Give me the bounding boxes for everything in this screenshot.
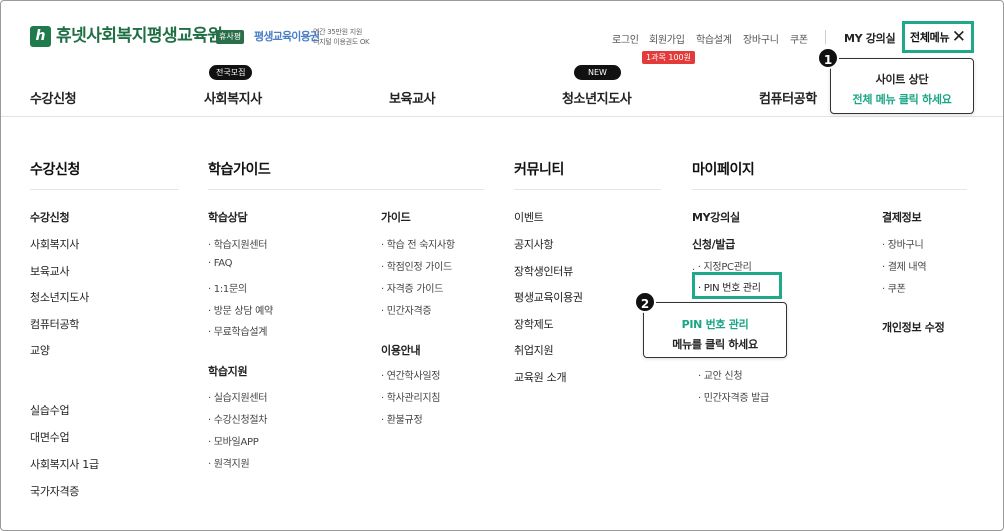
util-divider <box>825 30 826 44</box>
menu-youth[interactable]: 청소년지도사 <box>30 289 89 305</box>
signup-link[interactable]: 회원가입 <box>649 31 685 46</box>
menu-national-cert[interactable]: 국가자격증 <box>30 483 79 499</box>
gnb-divider <box>1 116 1003 117</box>
menu-offline-class[interactable]: 대면수업 <box>30 429 70 445</box>
col-divider <box>692 189 967 190</box>
menu-private-cert-issue[interactable]: · 민간자격증 발급 <box>698 389 769 404</box>
voucher-logo[interactable]: 평생교육이용권 <box>254 28 320 44</box>
all-menu-label: 전체메뉴 <box>910 31 950 44</box>
col-title-mypage: 마이페이지 <box>692 162 755 178</box>
menu-pin-management[interactable]: · PIN 번호 관리 <box>698 279 761 294</box>
col-divider <box>30 189 179 190</box>
callout-1-line-2: 전체 메뉴 클릭 하세요 <box>852 93 952 106</box>
menu-liberal-arts[interactable]: 교양 <box>30 342 50 358</box>
menu-designated-pc[interactable]: . · 지정PC관리 <box>692 258 752 273</box>
step-2-badge: 2 <box>634 291 656 313</box>
callout-2-line-2: 메뉴를 클릭 하세요 <box>672 338 758 351</box>
group-title-guide[interactable]: 가이드 <box>381 209 411 225</box>
menu-cert-guide[interactable]: · 자격증 가이드 <box>381 280 443 295</box>
login-link[interactable]: 로그인 <box>612 31 639 46</box>
menu-remote-support[interactable]: · 원격지원 <box>208 455 250 470</box>
recruit-badge: 전국모집 <box>209 65 253 80</box>
gnb-item-social-worker[interactable]: 사회복지사 <box>204 88 262 107</box>
col-title-community: 커뮤니티 <box>514 162 564 178</box>
menu-computer[interactable]: 컴퓨터공학 <box>30 316 79 332</box>
gnb-item-childcare[interactable]: 보육교사 <box>389 88 436 107</box>
menu-free-plan[interactable]: · 무료학습설계 <box>208 323 267 338</box>
menu-notice[interactable]: 공지사항 <box>514 236 554 252</box>
menu-inquiry[interactable]: · 1:1문의 <box>208 280 247 295</box>
group-title-payment[interactable]: 결제정보 <box>882 209 922 225</box>
group-title-usage[interactable]: 이용안내 <box>381 342 421 358</box>
menu-about[interactable]: 교육원 소개 <box>514 369 567 385</box>
menu-social-worker[interactable]: 사회복지사 <box>30 236 79 252</box>
menu-my-class[interactable]: MY강의실 <box>692 209 740 225</box>
menu-support-center[interactable]: · 학습지원센터 <box>208 236 267 251</box>
gnb-item-computer[interactable]: 컴퓨터공학 <box>759 88 817 107</box>
menu-payment-history[interactable]: · 결제 내역 <box>882 258 927 273</box>
page-frame: h 휴넷사회복지평생교육원 휴사평 평생교육이용권 연간 35만원 지원 디지털… <box>0 0 1004 531</box>
menu-scholarship[interactable]: 장학제도 <box>514 316 554 332</box>
cart-link[interactable]: 장바구니 <box>743 31 779 46</box>
menu-event[interactable]: 이벤트 <box>514 209 544 225</box>
logo-text[interactable]: 휴넷사회복지평생교육원 <box>56 26 223 47</box>
col-divider <box>208 189 484 190</box>
group-title-support[interactable]: 학습지원 <box>208 363 248 379</box>
gnb-item-apply[interactable]: 수강신청 <box>30 88 77 107</box>
voucher-desc: 연간 35만원 지원 디지털 이용권도 OK <box>313 28 370 46</box>
callout-1-line-1: 사이트 상단 <box>875 73 929 86</box>
group-title-consult[interactable]: 학습상담 <box>208 209 248 225</box>
menu-social-worker-1[interactable]: 사회복지사 1급 <box>30 456 99 472</box>
study-plan-link[interactable]: 학습설계 <box>696 31 732 46</box>
menu-coupon[interactable]: · 쿠폰 <box>882 280 906 295</box>
close-icon[interactable]: ✕ <box>952 28 966 46</box>
menu-annual-schedule[interactable]: · 연간학사일정 <box>381 367 440 382</box>
new-badge: NEW <box>574 65 621 80</box>
promo-badge: 1과목 100원 <box>642 51 695 64</box>
menu-apply-process[interactable]: · 수강신청절차 <box>208 411 267 426</box>
all-menu-button[interactable]: 전체메뉴 ✕ <box>902 21 974 53</box>
logo-tag: 휴사평 <box>216 30 245 44</box>
menu-practicum[interactable]: 실습수업 <box>30 402 70 418</box>
my-class-link[interactable]: MY 강의실 <box>844 30 896 46</box>
menu-pre-study[interactable]: · 학습 전 숙지사항 <box>381 236 455 251</box>
menu-mobile-app[interactable]: · 모바일APP <box>208 433 259 448</box>
menu-cart[interactable]: · 장바구니 <box>882 236 924 251</box>
callout-step-1: 사이트 상단 전체 메뉴 클릭 하세요 <box>830 58 974 114</box>
menu-faq[interactable]: · FAQ <box>208 258 233 269</box>
col-divider <box>514 189 661 190</box>
col-title-apply: 수강신청 <box>30 162 80 178</box>
callout-step-2: PIN 번호 관리 메뉴를 클릭 하세요 <box>643 302 787 358</box>
logo-icon[interactable]: h <box>30 26 51 47</box>
menu-apply[interactable]: 수강신청 <box>30 209 70 225</box>
menu-edit-profile[interactable]: 개인정보 수정 <box>882 319 945 335</box>
menu-material-request[interactable]: · 교안 신청 <box>698 367 743 382</box>
col-title-guide: 학습가이드 <box>208 162 271 178</box>
menu-academic-rules[interactable]: · 학사관리지침 <box>381 389 440 404</box>
menu-private-cert[interactable]: · 민간자격증 <box>381 302 432 317</box>
menu-practicum-center[interactable]: · 실습지원센터 <box>208 389 267 404</box>
coupon-link[interactable]: 쿠폰 <box>790 31 808 46</box>
group-title-apply-issue[interactable]: 신청/발급 <box>692 236 735 252</box>
gnb-item-youth[interactable]: 청소년지도사 <box>562 88 632 107</box>
menu-visit-reservation[interactable]: · 방문 상담 예약 <box>208 302 273 317</box>
step-1-badge: 1 <box>817 47 839 69</box>
menu-childcare[interactable]: 보육교사 <box>30 263 70 279</box>
callout-2-line-1: PIN 번호 관리 <box>681 318 749 331</box>
menu-voucher[interactable]: 평생교육이용권 <box>514 289 583 305</box>
menu-employment[interactable]: 취업지원 <box>514 342 554 358</box>
menu-scholar-interview[interactable]: 장학생인터뷰 <box>514 263 573 279</box>
menu-refund-policy[interactable]: · 환불규정 <box>381 411 423 426</box>
menu-credit-guide[interactable]: · 학점인정 가이드 <box>381 258 452 273</box>
